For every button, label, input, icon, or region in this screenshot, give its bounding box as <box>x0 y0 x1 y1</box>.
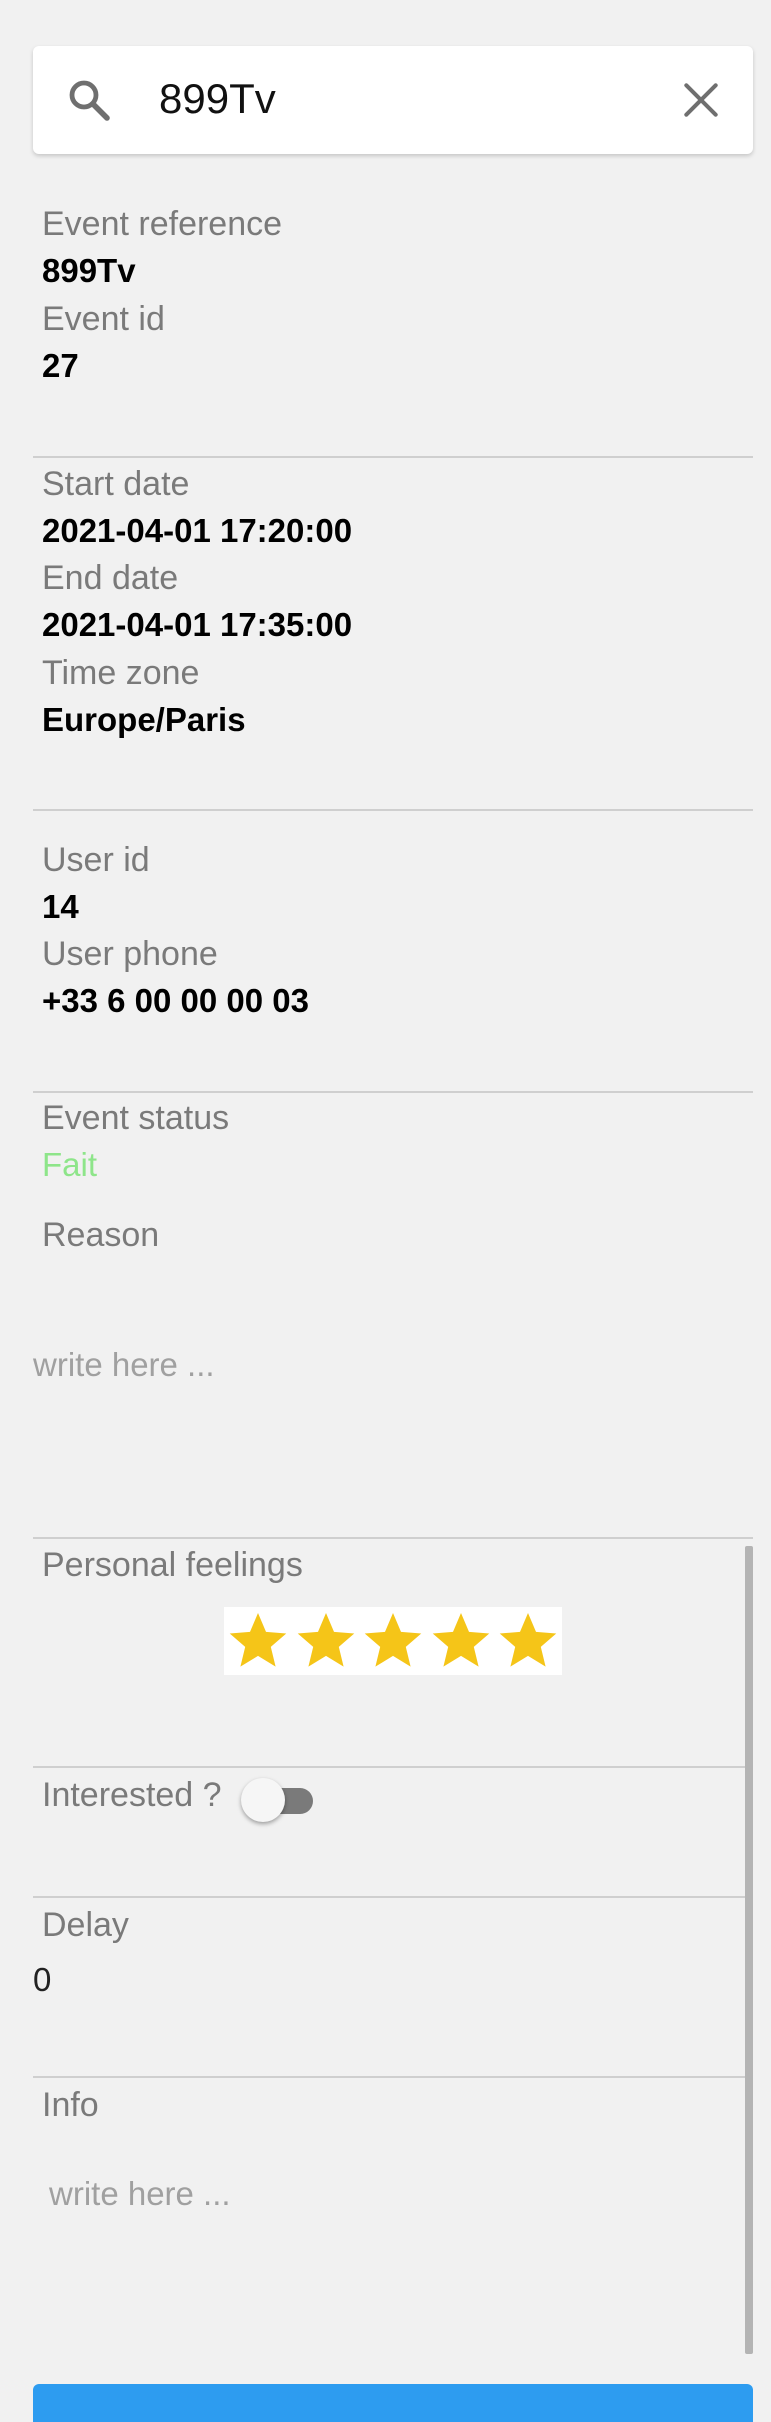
info-input[interactable]: write here ... <box>49 2174 231 2214</box>
divider <box>33 1091 753 1093</box>
info-label: Info <box>42 2086 99 2124</box>
time-zone-label: Time zone <box>42 654 200 692</box>
user-phone-value: +33 6 00 00 00 03 <box>42 982 309 1019</box>
interested-label: Interested ? <box>42 1776 222 1814</box>
close-icon[interactable] <box>679 78 723 122</box>
reason-label: Reason <box>42 1216 160 1254</box>
star-icon[interactable] <box>496 1609 560 1673</box>
divider <box>33 456 753 458</box>
toggle-knob[interactable] <box>241 1778 285 1822</box>
divider <box>33 809 753 811</box>
time-zone-value: Europe/Paris <box>42 701 246 738</box>
star-rating[interactable] <box>224 1607 562 1675</box>
end-date-value: 2021-04-01 17:35:00 <box>42 606 353 643</box>
event-reference-label: Event reference <box>42 205 283 243</box>
user-phone-label: User phone <box>42 935 218 973</box>
event-status-value[interactable]: Fait <box>42 1145 97 1185</box>
event-status-label: Event status <box>42 1099 230 1137</box>
divider <box>33 2076 753 2078</box>
start-date-label: Start date <box>42 465 190 503</box>
search-input[interactable]: 899Tv <box>159 74 276 124</box>
search-bar[interactable]: 899Tv <box>33 46 753 154</box>
event-id-value: 27 <box>42 347 79 384</box>
scrollbar[interactable] <box>745 1546 753 2354</box>
divider <box>33 1537 753 1539</box>
divider <box>33 1766 753 1768</box>
start-date-value: 2021-04-01 17:20:00 <box>42 512 353 549</box>
star-icon[interactable] <box>294 1609 358 1673</box>
star-icon[interactable] <box>226 1609 290 1673</box>
user-id-label: User id <box>42 841 150 879</box>
event-id-label: Event id <box>42 300 165 338</box>
divider <box>33 1896 753 1898</box>
star-icon[interactable] <box>361 1609 425 1673</box>
delay-input[interactable]: 0 <box>33 1960 51 2000</box>
user-id-value: 14 <box>42 888 79 925</box>
end-date-label: End date <box>42 559 179 597</box>
search-icon[interactable] <box>65 76 113 124</box>
interested-toggle[interactable] <box>241 1778 315 1822</box>
delay-label: Delay <box>42 1906 129 1944</box>
submit-button[interactable] <box>33 2384 753 2422</box>
reason-input[interactable]: write here ... <box>33 1345 215 1385</box>
event-reference-value: 899Tv <box>42 252 136 289</box>
star-icon[interactable] <box>429 1609 493 1673</box>
personal-feelings-label: Personal feelings <box>42 1546 303 1584</box>
